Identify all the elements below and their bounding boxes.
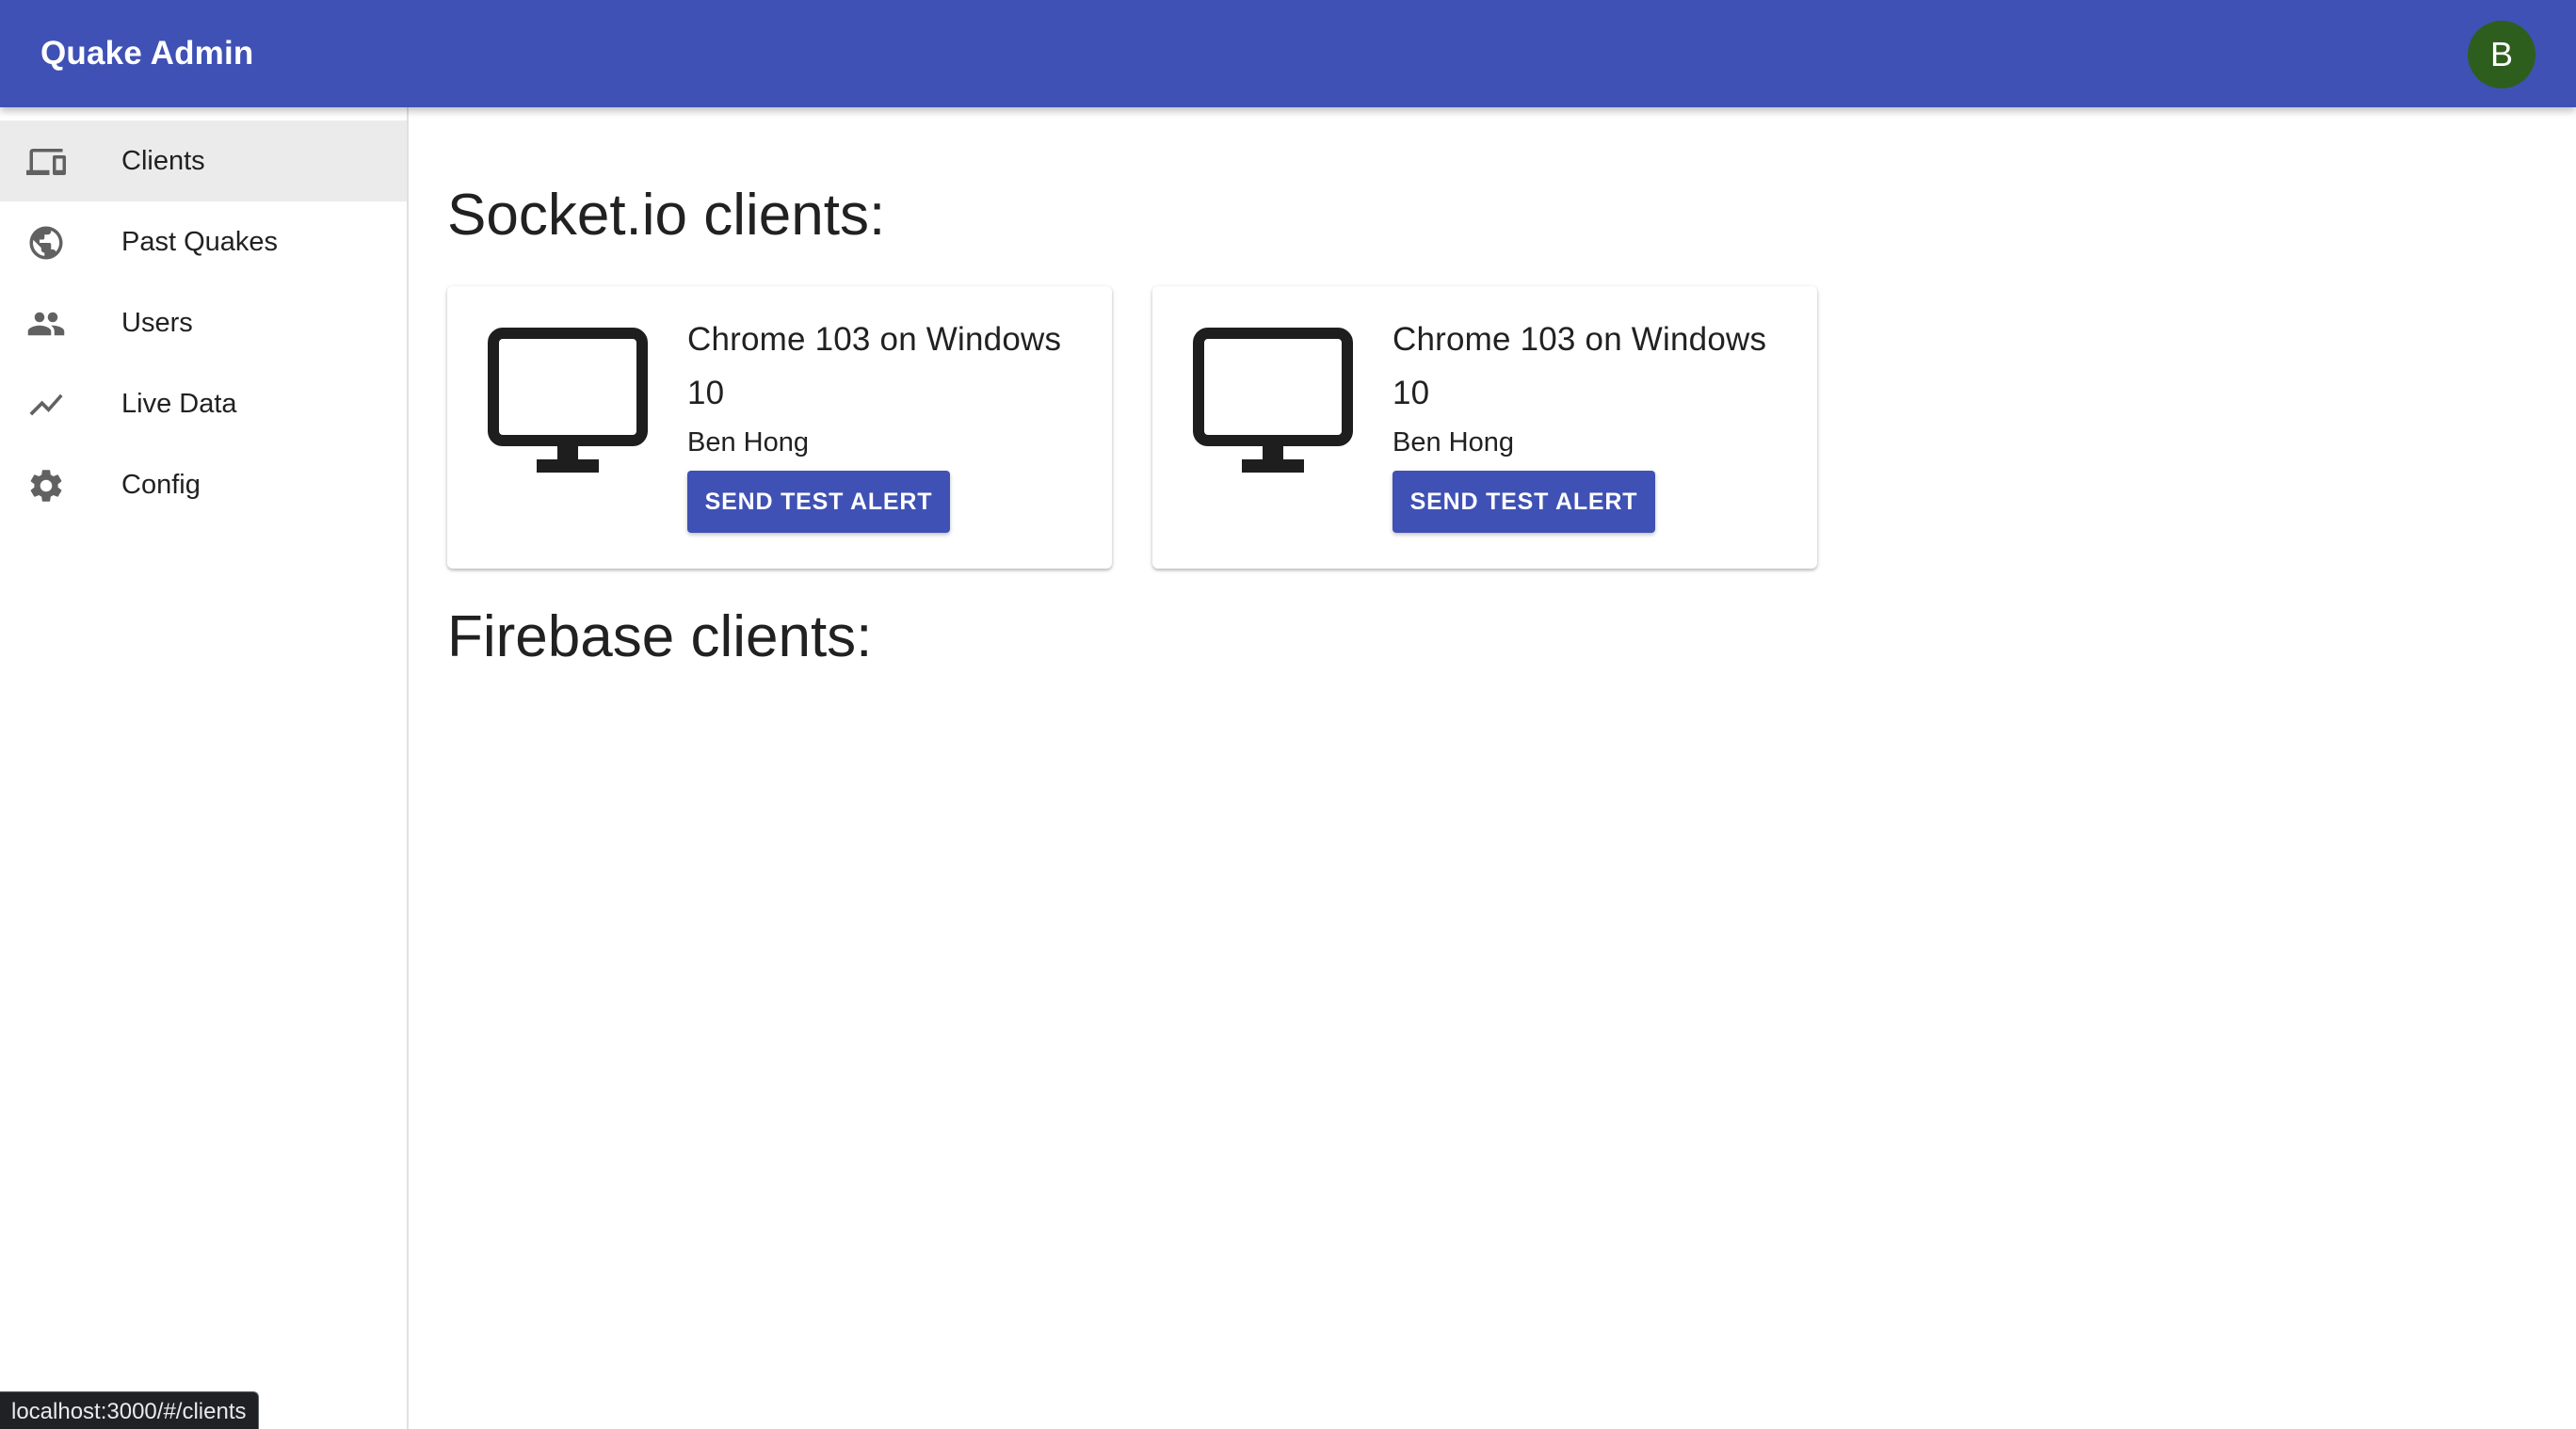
sidebar: Clients Past Quakes Users Live Data Conf… [0, 107, 409, 1429]
client-card: Chrome 103 on Windows 10 Ben Hong Send t… [447, 286, 1112, 569]
sidebar-item-clients[interactable]: Clients [0, 120, 407, 201]
socket-clients-heading: Socket.io clients: [447, 183, 886, 248]
sidebar-item-label: Clients [121, 146, 205, 176]
send-test-alert-button[interactable]: Send test alert [687, 471, 950, 533]
client-device-name: Chrome 103 on Windows 10 [687, 321, 1062, 411]
sidebar-item-users[interactable]: Users [0, 282, 407, 363]
app-bar: Quake Admin B [0, 0, 2576, 107]
sidebar-item-label: Users [121, 308, 193, 338]
sidebar-item-live-data[interactable]: Live Data [0, 363, 407, 444]
app-root: Quake Admin B Clients Past Quakes Users … [0, 0, 2576, 1429]
trending-line-icon [26, 385, 66, 425]
client-device-name: Chrome 103 on Windows 10 [1393, 321, 1767, 411]
sidebar-item-past-quakes[interactable]: Past Quakes [0, 201, 407, 282]
send-test-alert-button[interactable]: Send test alert [1393, 471, 1655, 533]
user-avatar[interactable]: B [2468, 21, 2536, 88]
app-title: Quake Admin [40, 35, 254, 72]
link-preview-status-bar: localhost:3000/#/clients [0, 1391, 259, 1429]
sidebar-item-config[interactable]: Config [0, 444, 407, 525]
people-icon [26, 304, 66, 344]
client-user-name: Ben Hong [1393, 427, 1514, 458]
client-card: Chrome 103 on Windows 10 Ben Hong Send t… [1152, 286, 1817, 569]
desktop-monitor-icon [1193, 328, 1353, 474]
sidebar-item-label: Live Data [121, 389, 237, 419]
devices-icon [26, 142, 66, 182]
client-user-name: Ben Hong [687, 427, 809, 458]
sidebar-item-label: Config [121, 470, 201, 500]
firebase-clients-heading: Firebase clients: [447, 604, 873, 669]
sidebar-nav-list: Clients Past Quakes Users Live Data Conf… [0, 120, 407, 525]
sidebar-item-label: Past Quakes [121, 227, 279, 257]
gear-icon [26, 466, 66, 506]
globe-icon [26, 223, 66, 263]
desktop-monitor-icon [488, 328, 648, 474]
